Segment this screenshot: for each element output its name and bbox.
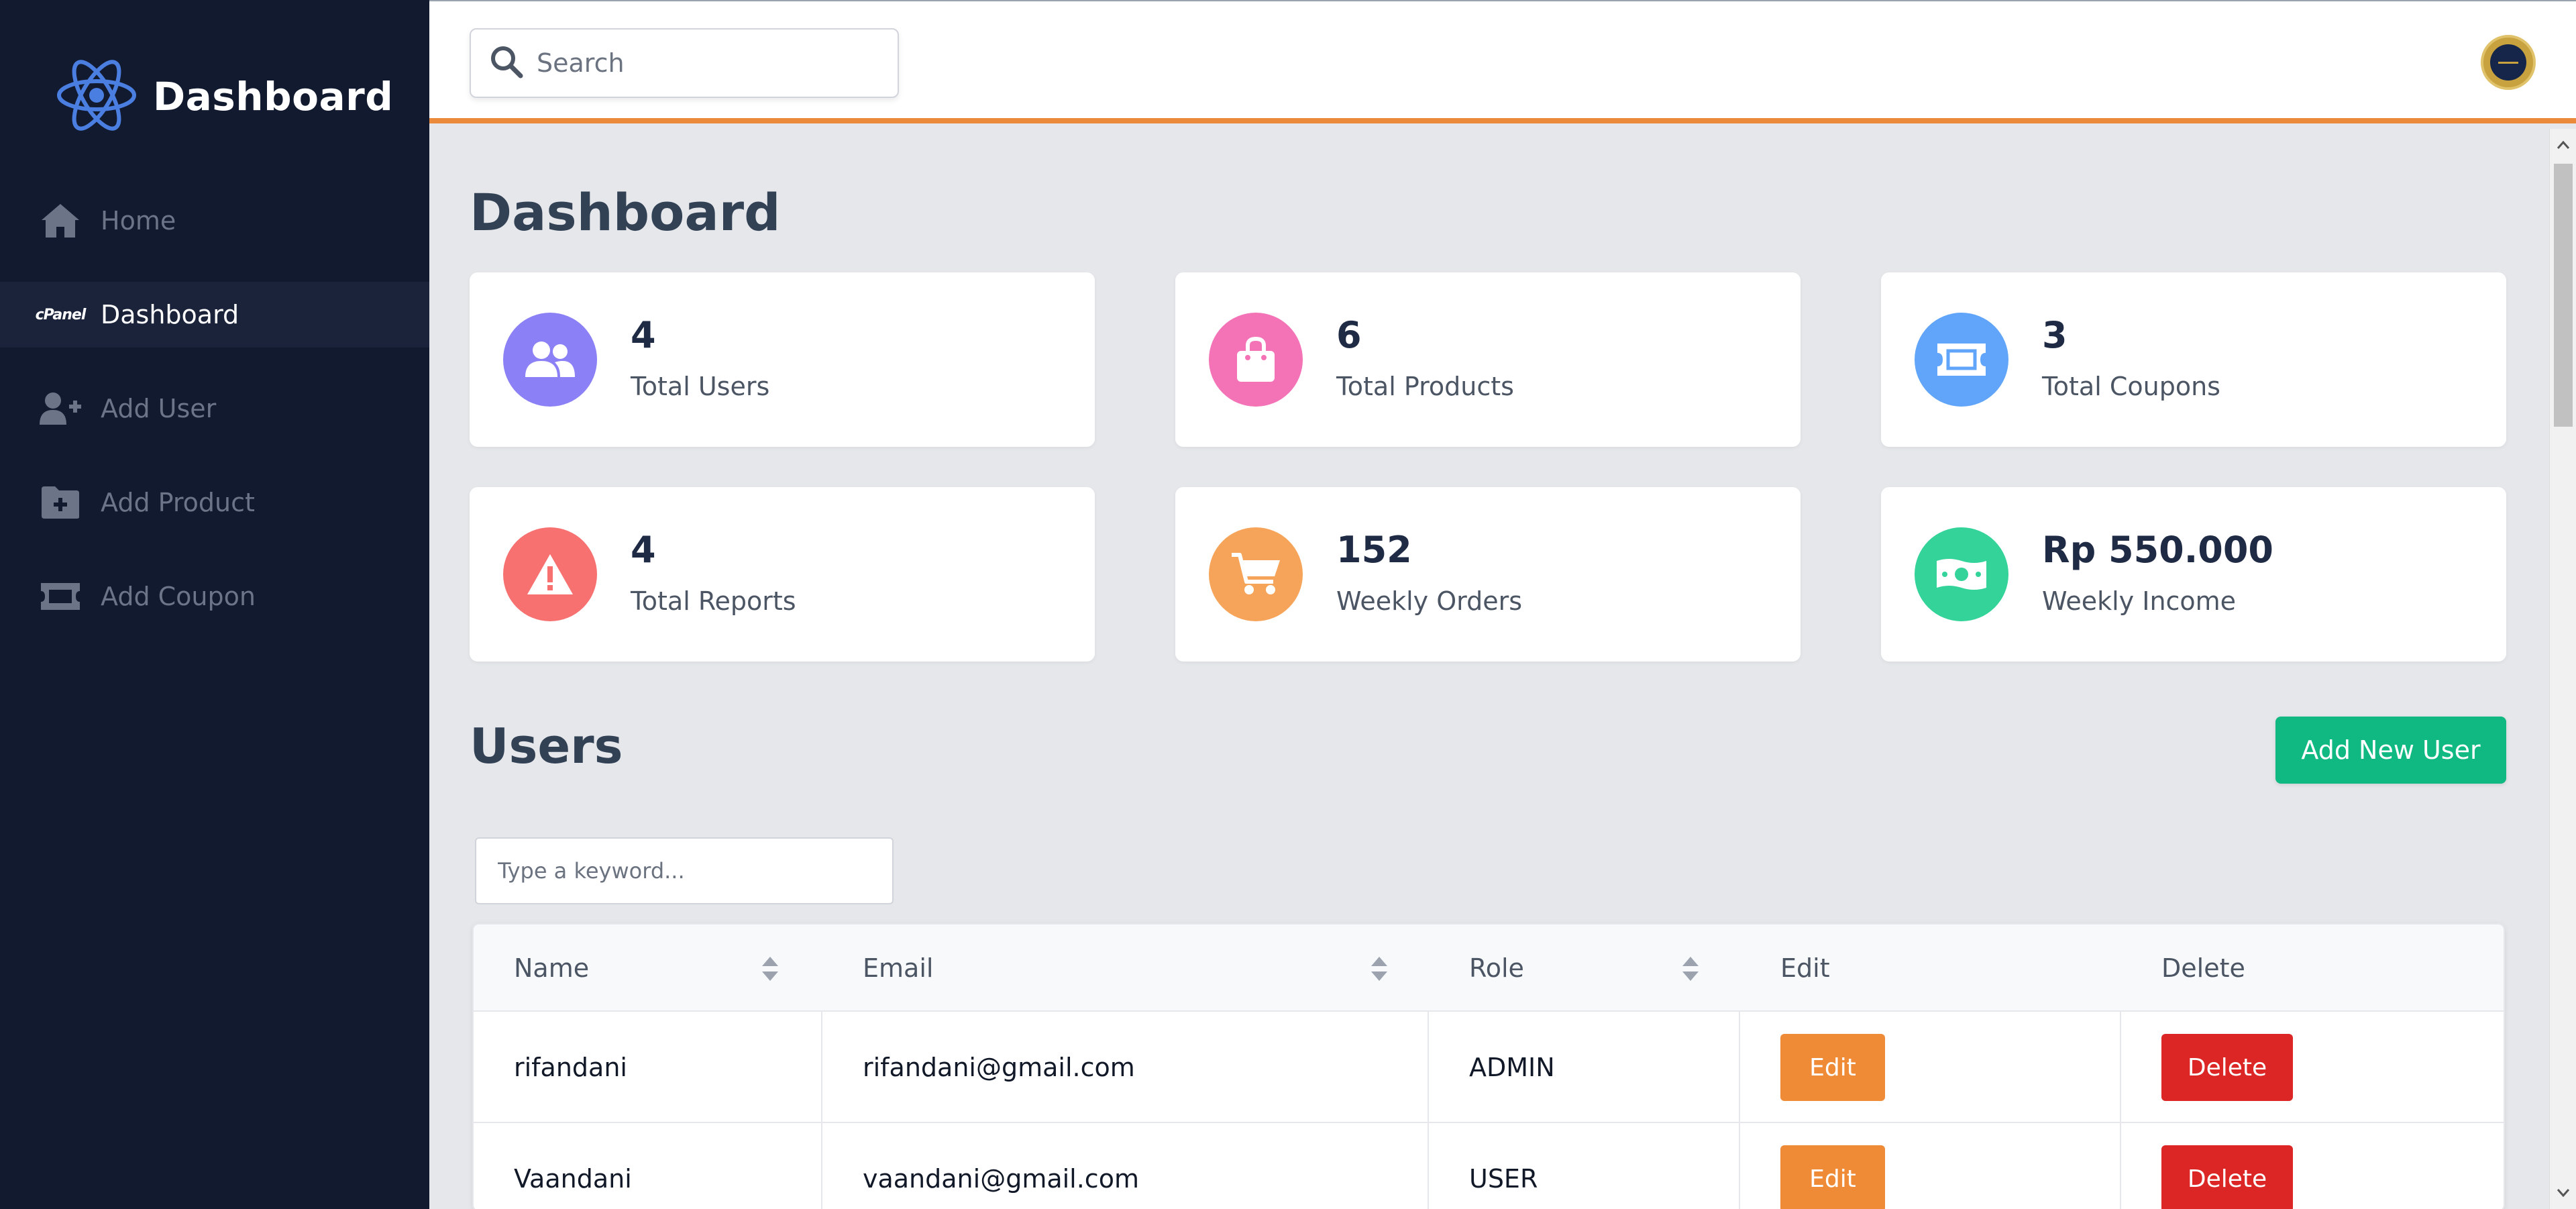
sidebar-item-label: Add Coupon	[101, 582, 256, 611]
ticket-icon	[1915, 313, 2008, 407]
main-content: Dashboard 4 Total Users 6 Total Products…	[429, 129, 2549, 1209]
table-row: Vaandani vaandani@gmail.com USER Edit De…	[474, 1123, 2504, 1209]
stat-card-total-products: 6 Total Products	[1175, 272, 1801, 447]
page-title: Dashboard	[470, 182, 781, 242]
delete-button[interactable]: Delete	[2161, 1145, 2293, 1209]
stat-value: 6	[1336, 314, 1362, 356]
stat-label: Weekly Income	[2042, 586, 2237, 616]
sort-icon[interactable]	[1370, 955, 1389, 982]
stat-card-total-reports: 4 Total Reports	[470, 487, 1095, 662]
stat-label: Total Coupons	[2042, 372, 2220, 401]
sidebar-item-dashboard[interactable]: cPanel Dashboard	[0, 282, 429, 348]
users-icon	[503, 313, 597, 407]
scroll-down-icon[interactable]	[2550, 1179, 2576, 1206]
table-header: Name Email Role Edit Delete	[474, 925, 2504, 1012]
warning-icon	[503, 527, 597, 621]
search-box[interactable]	[470, 28, 899, 98]
stat-value: 4	[631, 529, 656, 571]
sidebar-nav: Home cPanel Dashboard Add User Add Produ…	[0, 188, 429, 658]
cart-icon	[1209, 527, 1303, 621]
cell-delete: Delete	[2121, 1012, 2504, 1123]
cell-delete: Delete	[2121, 1123, 2504, 1209]
sidebar-item-label: Add User	[101, 394, 217, 423]
stat-value: Rp 550.000	[2042, 529, 2273, 571]
cell-name: Vaandani	[474, 1123, 822, 1209]
sidebar-item-add-coupon[interactable]: Add Coupon	[0, 564, 429, 629]
add-new-user-button[interactable]: Add New User	[2275, 717, 2506, 784]
sort-icon[interactable]	[1681, 955, 1700, 982]
sidebar-item-label: Dashboard	[101, 300, 239, 329]
stat-label: Total Products	[1336, 372, 1514, 401]
stat-label: Total Users	[631, 372, 770, 401]
topbar	[429, 0, 2576, 123]
sidebar-item-add-user[interactable]: Add User	[0, 376, 429, 441]
cell-role: USER	[1429, 1123, 1740, 1209]
cell-edit: Edit	[1740, 1012, 2121, 1123]
vertical-scrollbar[interactable]	[2549, 129, 2576, 1209]
search-icon	[488, 44, 525, 83]
column-header-edit: Edit	[1780, 953, 1830, 983]
stat-value: 152	[1336, 529, 1412, 571]
react-logo-icon	[55, 55, 138, 138]
cpanel-icon: cPanel	[35, 306, 87, 323]
avatar[interactable]	[2481, 35, 2536, 90]
keyword-filter-input[interactable]	[475, 837, 894, 904]
table-row: rifandani rifandani@gmail.com ADMIN Edit…	[474, 1012, 2504, 1123]
column-header-email[interactable]: Email	[822, 925, 1429, 1012]
shopping-bag-icon	[1209, 313, 1303, 407]
search-input[interactable]	[537, 48, 885, 78]
home-icon	[39, 199, 82, 242]
folder-plus-icon	[39, 481, 82, 524]
stat-value: 3	[2042, 314, 2068, 356]
sidebar: Dashboard Home cPanel Dashboard Add User…	[0, 0, 429, 1209]
money-icon	[1915, 527, 2008, 621]
ticket-icon	[39, 575, 82, 618]
column-header-delete: Delete	[2161, 953, 2245, 983]
sidebar-item-label: Add Product	[101, 488, 255, 517]
scroll-thumb[interactable]	[2554, 164, 2573, 427]
scroll-up-icon[interactable]	[2550, 132, 2576, 158]
cell-edit: Edit	[1740, 1123, 2121, 1209]
stat-card-total-users: 4 Total Users	[470, 272, 1095, 447]
users-table: Name Email Role Edit Delete rifandani ri…	[472, 923, 2505, 1209]
stat-card-weekly-income: Rp 550.000 Weekly Income	[1881, 487, 2506, 662]
cell-email: vaandani@gmail.com	[822, 1123, 1429, 1209]
stat-label: Total Reports	[631, 586, 796, 616]
stat-value: 4	[631, 314, 656, 356]
brand-title: Dashboard	[153, 74, 394, 119]
brand[interactable]: Dashboard	[55, 56, 393, 137]
edit-button[interactable]: Edit	[1780, 1145, 1885, 1209]
edit-button[interactable]: Edit	[1780, 1034, 1885, 1101]
sidebar-item-label: Home	[101, 206, 176, 235]
delete-button[interactable]: Delete	[2161, 1034, 2293, 1101]
sort-icon[interactable]	[761, 955, 780, 982]
cell-name: rifandani	[474, 1012, 822, 1123]
cell-email: rifandani@gmail.com	[822, 1012, 1429, 1123]
stat-label: Weekly Orders	[1336, 586, 1523, 616]
avatar-image	[2490, 44, 2526, 81]
users-section-title: Users	[470, 718, 623, 774]
sidebar-item-home[interactable]: Home	[0, 188, 429, 254]
sidebar-item-add-product[interactable]: Add Product	[0, 470, 429, 535]
user-plus-icon	[39, 387, 82, 430]
cell-role: ADMIN	[1429, 1012, 1740, 1123]
stat-card-total-coupons: 3 Total Coupons	[1881, 272, 2506, 447]
stat-card-weekly-orders: 152 Weekly Orders	[1175, 487, 1801, 662]
